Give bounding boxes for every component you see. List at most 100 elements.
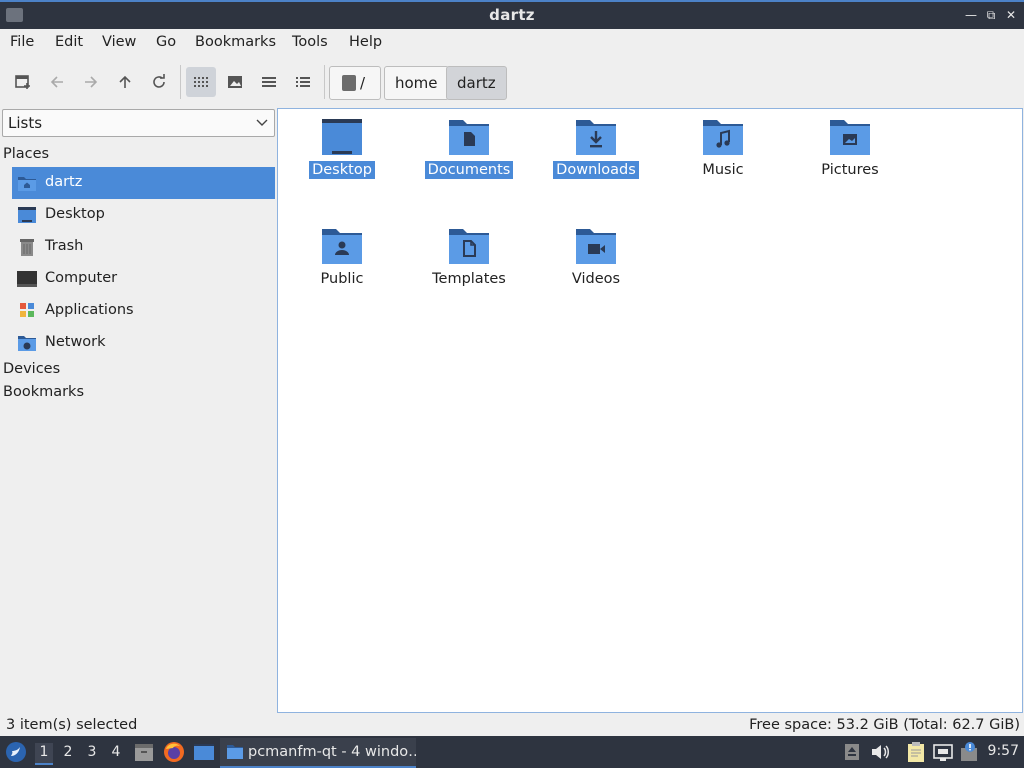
breadcrumb-home[interactable]: home	[384, 66, 449, 100]
menu-edit[interactable]: Edit	[55, 34, 83, 50]
file-item-label: Videos	[571, 271, 621, 287]
restore-icon[interactable]: ⧉	[982, 6, 1000, 24]
start-menu-icon[interactable]	[4, 740, 28, 764]
devices-header[interactable]: Devices	[3, 361, 60, 377]
breadcrumb-dartz[interactable]: dartz	[446, 66, 507, 100]
firefox-icon[interactable]	[163, 741, 185, 763]
menu-go[interactable]: Go	[156, 34, 176, 50]
toolbar: / home dartz	[0, 57, 1024, 106]
back-button[interactable]	[42, 67, 72, 97]
pictures-folder-icon	[830, 120, 870, 155]
task-label: pcmanfm-qt - 4 windo…	[248, 744, 416, 760]
forward-button[interactable]	[76, 67, 106, 97]
file-item-desktop[interactable]: Desktop	[287, 109, 397, 199]
title-bar[interactable]: dartz — ⧉ ✕	[0, 0, 1024, 29]
clipboard-icon[interactable]	[906, 741, 926, 763]
side-pane-mode-value: Lists	[8, 114, 43, 132]
menu-view[interactable]: View	[102, 34, 136, 50]
file-item-downloads[interactable]: Downloads	[541, 109, 651, 199]
side-pane: Lists Places dartz Desktop Trash Compute…	[0, 108, 277, 712]
workspace-3[interactable]: 3	[83, 743, 101, 765]
file-item-label: Templates	[432, 271, 506, 287]
compact-view-icon	[262, 77, 276, 87]
sidebar-item-computer[interactable]: Computer	[12, 263, 275, 295]
breadcrumb-root-label: /	[360, 74, 366, 92]
workspace-2[interactable]: 2	[59, 743, 77, 765]
menu-bar: File Edit View Go Bookmarks Tools Help	[0, 29, 1024, 57]
desktop-folder-icon	[322, 119, 362, 155]
up-arrow-icon	[119, 75, 131, 88]
minimize-icon[interactable]: —	[962, 6, 980, 24]
public-folder-icon	[322, 229, 362, 264]
bookmarks-header[interactable]: Bookmarks	[3, 384, 84, 400]
file-item-templates[interactable]: Templates	[414, 218, 524, 308]
workspace-1[interactable]: 1	[35, 743, 53, 765]
file-item-label: Documents	[424, 161, 514, 179]
menu-file[interactable]: File	[10, 34, 34, 50]
eject-icon[interactable]	[842, 741, 862, 763]
templates-folder-icon	[449, 229, 489, 264]
chevron-down-icon	[256, 119, 268, 126]
file-item-pictures[interactable]: Pictures	[795, 109, 905, 199]
trash-icon	[20, 239, 34, 256]
sidebar-item-dartz[interactable]: dartz	[12, 167, 275, 199]
file-manager-launcher-icon[interactable]	[133, 741, 155, 763]
videos-folder-icon	[576, 229, 616, 264]
detailed-list-view-button[interactable]	[288, 67, 318, 97]
file-item-label: Pictures	[821, 162, 879, 178]
workspace-4[interactable]: 4	[107, 743, 125, 765]
thumbnail-view-icon	[228, 76, 242, 88]
volume-icon[interactable]	[870, 741, 890, 763]
sidebar-item-label: Computer	[45, 270, 118, 286]
new-tab-icon	[15, 75, 30, 89]
file-item-label: Public	[320, 271, 364, 287]
network-status-icon[interactable]	[933, 741, 953, 763]
toolbar-separator	[324, 65, 325, 99]
task-pcmanfm[interactable]: pcmanfm-qt - 4 windo…	[220, 738, 416, 768]
sidebar-item-trash[interactable]: Trash	[12, 231, 275, 263]
menu-tools[interactable]: Tools	[292, 34, 328, 50]
new-tab-button[interactable]	[8, 67, 38, 97]
desktop-icon[interactable]	[193, 741, 215, 763]
up-button[interactable]	[110, 67, 140, 97]
reload-button[interactable]	[144, 67, 174, 97]
sidebar-item-label: Trash	[45, 238, 84, 254]
back-arrow-icon	[50, 76, 63, 88]
sidebar-item-applications[interactable]: Applications	[12, 295, 275, 327]
sidebar-item-label: dartz	[45, 174, 83, 190]
free-space-status: Free space: 53.2 GiB (Total: 62.7 GiB)	[749, 717, 1020, 733]
status-bar: 3 item(s) selected Free space: 53.2 GiB …	[0, 713, 1024, 736]
folder-icon	[227, 745, 243, 759]
desktop-folder-icon	[18, 207, 36, 223]
sidebar-item-desktop[interactable]: Desktop	[12, 199, 275, 231]
file-item-label: Downloads	[553, 161, 639, 179]
compact-view-button[interactable]	[254, 67, 284, 97]
drive-icon	[342, 75, 356, 91]
taskbar: 1 2 3 4 pcmanfm-qt - 4 windo… 9:57	[0, 736, 1024, 768]
applications-icon	[20, 303, 34, 317]
window-title: dartz	[489, 6, 535, 24]
menu-bookmarks[interactable]: Bookmarks	[195, 34, 276, 50]
notification-icon[interactable]	[960, 741, 980, 763]
sidebar-item-label: Desktop	[45, 206, 105, 222]
file-item-documents[interactable]: Documents	[414, 109, 524, 199]
clock[interactable]: 9:57	[988, 743, 1019, 759]
side-pane-mode-select[interactable]: Lists	[2, 109, 275, 137]
breadcrumb-root[interactable]: /	[329, 66, 381, 100]
folder-view[interactable]: Desktop Documents Downloads Music Pictur…	[277, 108, 1023, 713]
network-icon	[18, 336, 36, 351]
icon-view-button[interactable]	[186, 67, 216, 97]
thumbnail-view-button[interactable]	[220, 67, 250, 97]
file-item-videos[interactable]: Videos	[541, 218, 651, 308]
toolbar-separator	[180, 65, 181, 99]
menu-help[interactable]: Help	[349, 34, 382, 50]
file-manager-window: dartz — ⧉ ✕ File Edit View Go Bookmarks …	[0, 0, 1024, 736]
close-icon[interactable]: ✕	[1002, 6, 1020, 24]
file-item-public[interactable]: Public	[287, 218, 397, 308]
icon-view-icon	[194, 77, 208, 87]
downloads-folder-icon	[576, 120, 616, 155]
file-item-music[interactable]: Music	[668, 109, 778, 199]
home-folder-icon	[18, 177, 36, 191]
sidebar-item-network[interactable]: Network	[12, 327, 275, 359]
places-header[interactable]: Places	[3, 146, 49, 162]
